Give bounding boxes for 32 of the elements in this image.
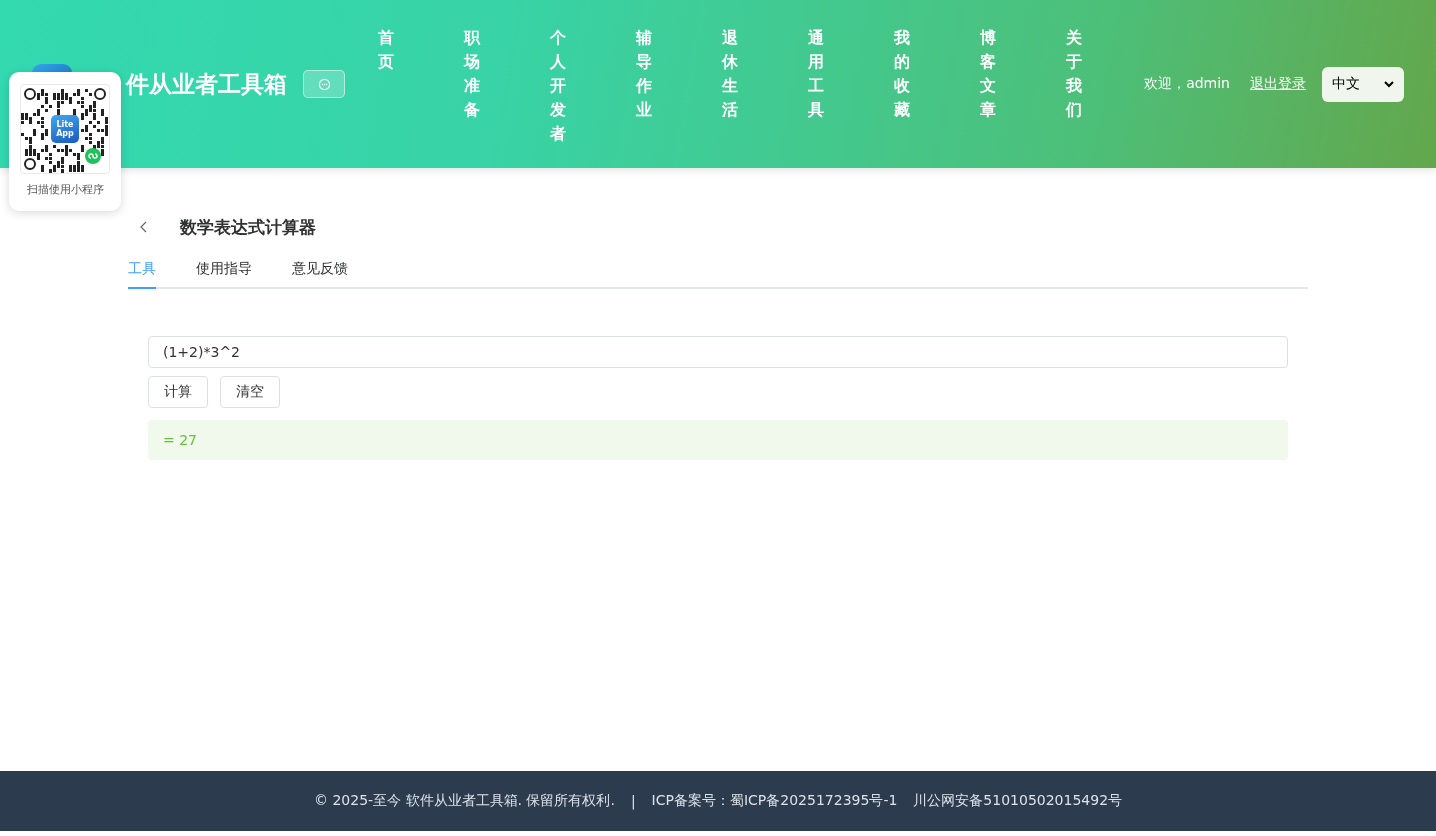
nav-link[interactable]: 关于我们 xyxy=(1062,26,1086,146)
logout-link[interactable]: 退出登录 xyxy=(1250,75,1306,93)
nav-link[interactable]: 通用工具 xyxy=(804,26,828,146)
chevron-left-icon xyxy=(139,221,147,233)
link-badge-icon xyxy=(85,148,101,164)
copyright-text: © 2025-至今 软件从业者工具箱. 保留所有权利. xyxy=(313,792,615,810)
tab[interactable]: 使用指导 xyxy=(196,254,252,289)
welcome-text: 欢迎，admin xyxy=(1144,75,1230,93)
nav-link[interactable]: 退休生活 xyxy=(718,26,742,146)
chat-button[interactable] xyxy=(303,70,345,98)
language-select[interactable]: 中文 xyxy=(1322,66,1404,102)
police-record-link[interactable]: 川公网安备51010502015492号 xyxy=(913,792,1123,810)
nav-link[interactable]: 博客文章 xyxy=(976,26,1000,146)
chat-bubble-icon xyxy=(317,77,331,91)
icp-link[interactable]: ICP备案号：蜀ICP备2025172395号-1 xyxy=(651,792,898,810)
site-title: 件从业者工具箱 xyxy=(126,69,287,99)
expression-input[interactable]: (1+2)*3^2 xyxy=(148,336,1288,368)
nav-link[interactable]: 首页 xyxy=(374,26,398,146)
nav-link[interactable]: 职场准备 xyxy=(460,26,484,146)
nav-link[interactable]: 个人开发者 xyxy=(546,26,570,146)
calculate-button[interactable]: 计算 xyxy=(148,376,208,408)
page-title: 数学表达式计算器 xyxy=(180,215,316,239)
tab[interactable]: 意见反馈 xyxy=(292,254,348,289)
app-logo: Lite App xyxy=(51,115,79,143)
nav-link[interactable]: 辅导作业 xyxy=(632,26,656,146)
separator-text: | xyxy=(630,793,636,809)
qr-caption: 扫描使用小程序 xyxy=(26,182,104,197)
clear-button[interactable]: 清空 xyxy=(220,376,280,408)
chevron-down-icon xyxy=(1384,80,1394,88)
result-panel: = 27 xyxy=(148,420,1288,460)
nav-link[interactable]: 我的收藏 xyxy=(890,26,914,146)
tab[interactable]: 工具 xyxy=(128,254,156,289)
